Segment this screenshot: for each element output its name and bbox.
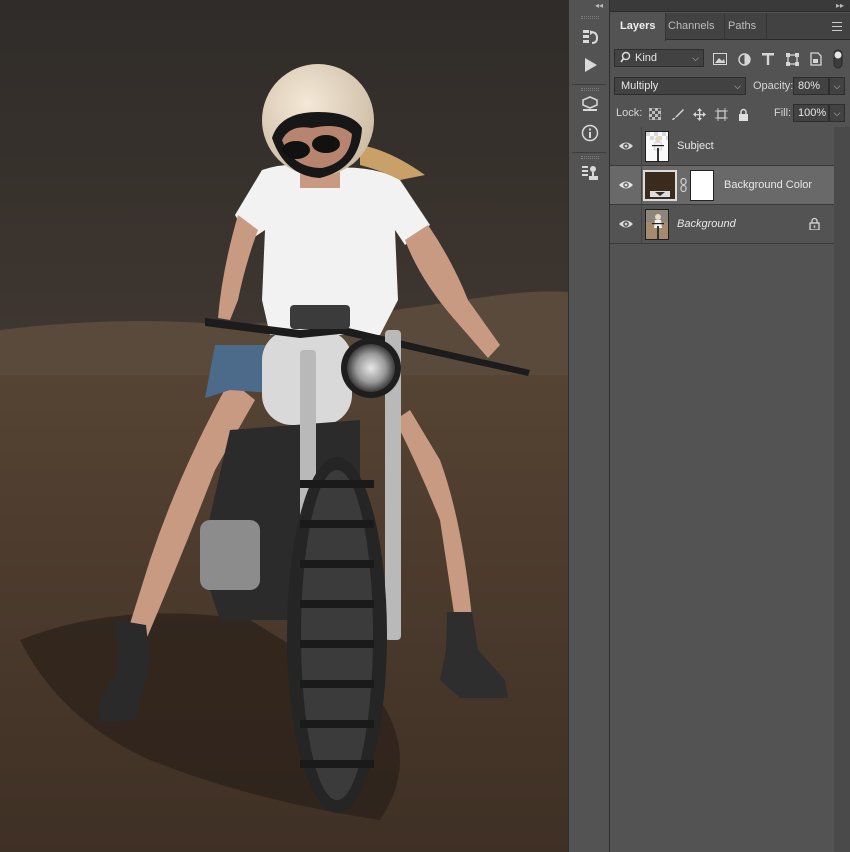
chain-link-icon[interactable] [679,178,687,192]
chevron-down-icon: ⌵ [734,81,741,91]
layer-row-subject[interactable]: Subject [610,127,834,166]
panel-grip[interactable] [581,156,599,159]
layers-scrollbar[interactable] [834,127,850,852]
lock-icon [809,217,820,233]
layer-name[interactable]: Subject [677,140,714,153]
lock-row: Lock: Fill: 100% ⌵ [610,102,850,124]
blend-mode-value: Multiply [621,80,659,92]
filter-pixel-icon[interactable] [712,51,728,67]
fill-input[interactable]: 100% [793,104,829,122]
eye-icon[interactable] [618,178,634,192]
layer-row-background-color[interactable]: Background Color [610,166,834,205]
filter-adjustment-icon[interactable] [736,51,752,67]
opacity-dropdown-button[interactable]: ⌵ [829,77,845,95]
document-canvas[interactable] [0,0,568,852]
collapse-right-icon[interactable]: ▸▸ [836,0,844,12]
panel-top-bar[interactable]: ▸▸ [610,0,850,12]
filter-smart-object-icon[interactable] [808,51,824,67]
panel-menu-icon[interactable] [832,22,842,31]
fill-dropdown-button[interactable]: ⌵ [829,104,845,122]
play-action-icon[interactable] [578,54,602,76]
panel-grip[interactable] [581,16,599,19]
tool-strip: ◂◂ [568,0,610,852]
filter-toggle-switch[interactable] [832,49,844,69]
clone-source-icon[interactable] [578,162,602,184]
lock-position-icon[interactable] [692,107,706,121]
panel-tabs: Layers Channels Paths [610,13,850,41]
layer-mask-thumbnail[interactable] [690,170,714,201]
opacity-label: Opacity: [753,80,794,92]
lock-image-pixels-icon[interactable] [670,107,684,121]
layers-panel: ▸▸ Layers Channels Paths Kind ⌵ Multiply… [610,0,850,852]
canvas-photo [0,0,568,852]
opacity-input[interactable]: 80% [793,77,829,95]
chevron-down-icon: ⌵ [692,53,699,63]
tab-channels[interactable]: Channels [658,13,726,40]
filter-row: Kind ⌵ [610,47,850,71]
lock-label: Lock: [616,107,643,119]
filter-kind-value: Kind [635,52,658,64]
filter-type-icon[interactable] [760,51,776,67]
lock-transparent-pixels-icon[interactable] [648,107,662,121]
layer-name[interactable]: Background Color [724,179,812,192]
blend-mode-dropdown[interactable]: Multiply ⌵ [614,77,746,95]
search-icon [620,50,631,69]
3d-cube-icon[interactable] [578,94,602,116]
blend-row: Multiply ⌵ Opacity: 80% ⌵ [610,75,850,97]
filter-shape-icon[interactable] [784,51,800,67]
tab-paths[interactable]: Paths [718,13,768,40]
lock-all-icon[interactable] [736,107,750,121]
history-icon[interactable] [578,26,602,48]
eye-icon[interactable] [618,217,634,231]
panel-grip[interactable] [581,88,599,91]
layer-row-background[interactable]: Background [610,205,834,244]
filter-kind-dropdown[interactable]: Kind ⌵ [614,49,704,67]
collapse-left-icon[interactable]: ◂◂ [595,0,603,12]
info-icon[interactable] [578,122,602,144]
layer-name[interactable]: Background [677,218,736,231]
layer-thumbnail [645,131,669,162]
fill-layer-thumbnail [643,170,677,201]
lock-artboard-icon[interactable] [714,107,728,121]
eye-icon[interactable] [618,139,634,153]
layer-thumbnail [645,209,669,240]
fill-label: Fill: [774,107,792,119]
